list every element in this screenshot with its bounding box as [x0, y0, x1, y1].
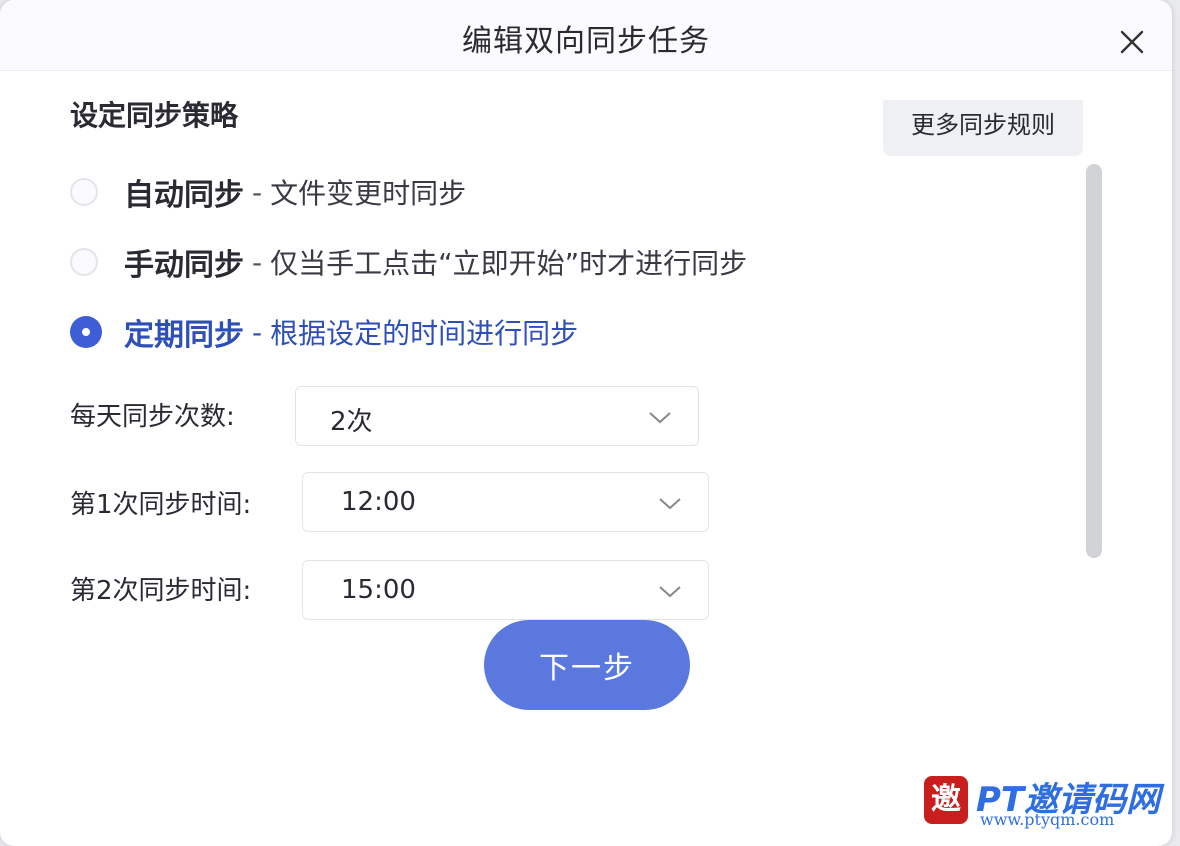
second-time-value: 15:00 [341, 575, 416, 605]
next-step-button[interactable]: 下一步 [484, 620, 690, 710]
dialog-titlebar: 编辑双向同步任务 [0, 0, 1172, 71]
more-rules-button[interactable]: 更多同步规则 [883, 100, 1083, 156]
option-auto-sync[interactable]: 自动同步 - 文件变更时同步 [70, 172, 467, 213]
first-time-label: 第1次同步时间: [70, 490, 252, 520]
option-separator: - [252, 245, 263, 279]
option-name: 手动同步 [124, 248, 244, 283]
option-name: 自动同步 [124, 178, 244, 213]
option-separator: - [252, 175, 263, 209]
option-desc: 根据设定的时间进行同步 [270, 317, 579, 350]
radio-auto-sync[interactable] [70, 178, 98, 206]
option-desc: 仅当手工点击“立即开始”时才进行同步 [270, 247, 748, 280]
content-scrollbar[interactable] [1086, 164, 1102, 558]
second-time-select[interactable]: 15:00 [302, 560, 709, 620]
close-icon [1120, 30, 1144, 54]
radio-manual-sync[interactable] [70, 248, 98, 276]
radio-scheduled-sync[interactable] [70, 316, 102, 348]
section-title: 设定同步策略 [70, 100, 239, 132]
option-desc: 文件变更时同步 [270, 177, 467, 210]
option-separator: - [252, 315, 263, 349]
chevron-down-icon [659, 586, 681, 598]
chevron-down-icon [649, 412, 671, 424]
watermark: 邀 PT邀请码网 www.ptyqm.com [924, 776, 1168, 836]
times-per-day-select[interactable]: 2次 [295, 386, 699, 446]
first-time-value: 12:00 [341, 487, 416, 517]
times-per-day-label: 每天同步次数: [70, 402, 235, 432]
close-button[interactable] [1112, 22, 1152, 62]
option-name: 定期同步 [124, 318, 244, 353]
edit-sync-task-dialog: 编辑双向同步任务 设定同步策略 更多同步规则 自动同步 - 文件变更时同步 手动… [0, 0, 1172, 846]
first-time-select[interactable]: 12:00 [302, 472, 709, 532]
second-time-label: 第2次同步时间: [70, 576, 252, 606]
dialog-content: 设定同步策略 更多同步规则 自动同步 - 文件变更时同步 手动同步 - 仅当手工… [0, 100, 1110, 620]
option-scheduled-sync[interactable]: 定期同步 - 根据设定的时间进行同步 [70, 312, 579, 353]
chevron-down-icon [659, 498, 681, 510]
times-per-day-value: 2次 [330, 407, 373, 437]
watermark-seal: 邀 [924, 776, 968, 824]
dialog-title: 编辑双向同步任务 [462, 24, 710, 59]
watermark-url: www.ptyqm.com [980, 810, 1115, 829]
option-manual-sync[interactable]: 手动同步 - 仅当手工点击“立即开始”时才进行同步 [70, 242, 748, 283]
